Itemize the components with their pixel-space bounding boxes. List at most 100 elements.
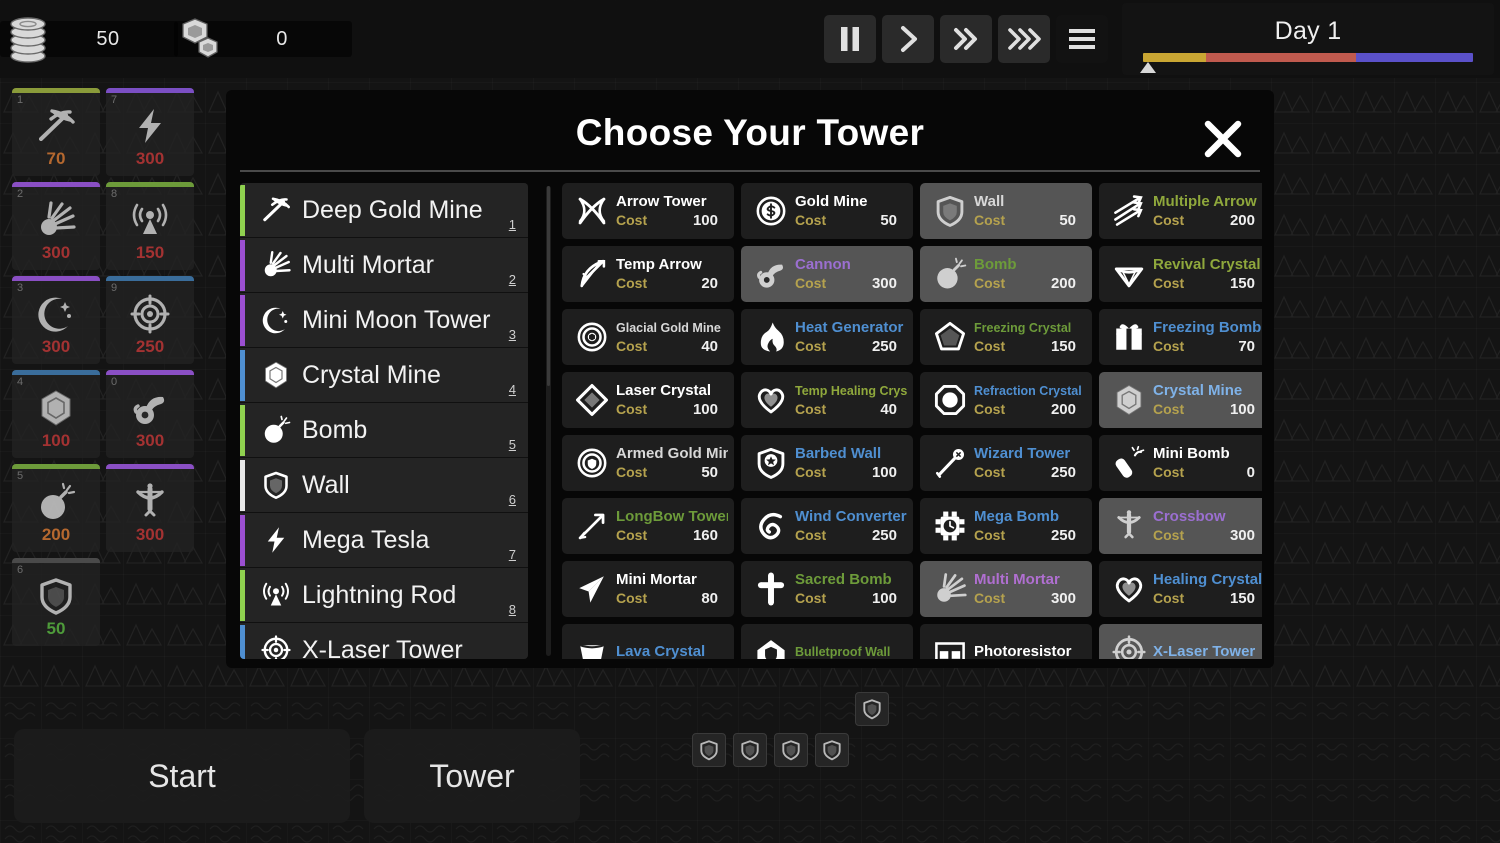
tower-list-item[interactable]: Multi Mortar 2 <box>240 238 528 293</box>
close-x-icon[interactable] <box>1196 112 1250 166</box>
tower-list-item[interactable]: X-Laser Tower 9 <box>240 623 528 659</box>
tower-card[interactable]: Temp Arrow Cost 20 <box>562 246 734 302</box>
tower-card-name: X-Laser Tower <box>1153 643 1256 659</box>
multi-mortar-icon <box>250 250 302 280</box>
tower-card[interactable]: Freezing Bomb Cost 70 <box>1099 309 1262 365</box>
fast-forward-2x-button[interactable] <box>940 15 992 63</box>
tower-list-item[interactable]: Bomb 5 <box>240 403 528 458</box>
tower-card[interactable]: Gold Mine Cost 50 <box>741 183 913 239</box>
tower-card[interactable]: Lava Crystal <box>562 624 734 659</box>
menu-button[interactable] <box>1056 15 1108 63</box>
tower-card[interactable]: Mega Bomb Cost 250 <box>920 498 1092 554</box>
inventory-slot[interactable]: 4 100 <box>12 370 100 458</box>
slot-accent-bar <box>12 370 100 375</box>
gift-box-icon <box>1105 313 1153 361</box>
tower-card-name: Refraction Crystal <box>974 384 1082 398</box>
placed-wall[interactable] <box>733 733 767 767</box>
inventory-slot[interactable]: 6 50 <box>12 558 100 646</box>
tower-grid-panel[interactable]: Arrow Tower Cost 100 Gold Mine Cost 50 Wall Cos… <box>562 183 1262 659</box>
inventory-slot[interactable]: 5 200 <box>12 464 100 552</box>
tower-list-item[interactable]: Wall 6 <box>240 458 528 513</box>
shield-icon <box>926 187 974 235</box>
fast-forward-3x-button[interactable] <box>998 15 1050 63</box>
play-button[interactable] <box>882 15 934 63</box>
inventory-slot[interactable]: 8 150 <box>106 182 194 270</box>
tower-card[interactable]: Cannon Cost 300 <box>741 246 913 302</box>
day-segment-night <box>1356 52 1473 62</box>
coin-stack-icon <box>0 8 56 70</box>
placed-wall[interactable] <box>774 733 808 767</box>
cost-value: 200 <box>1050 275 1076 292</box>
tower-card[interactable]: Wind Converter Cost 250 <box>741 498 913 554</box>
start-button[interactable]: Start <box>14 729 350 823</box>
tower-card[interactable]: LongBow Tower Cost 160 <box>562 498 734 554</box>
tower-list-item[interactable]: Mega Tesla 7 <box>240 513 528 568</box>
tower-card[interactable]: Mini Bomb Cost 0 <box>1099 435 1262 491</box>
tower-card-name: Wind Converter <box>795 508 907 525</box>
rhombus-icon <box>568 376 616 424</box>
tower-card[interactable]: Laser Crystal Cost 100 <box>562 372 734 428</box>
modal-title: Choose Your Tower <box>575 112 925 153</box>
tower-card[interactable]: Multiple Arrow Cost 200 <box>1099 183 1262 239</box>
tower-card-name: Mini Bomb <box>1153 445 1230 462</box>
tower-list-item-label: Lightning Rod <box>302 580 457 609</box>
tower-card[interactable]: Revival Crystal Cost 150 <box>1099 246 1262 302</box>
inventory-slot[interactable]: 0 300 <box>106 370 194 458</box>
tower-card-name: Barbed Wall <box>795 445 882 462</box>
cost-value: 100 <box>1229 401 1255 418</box>
tower-card[interactable]: Sacred Bomb Cost 100 <box>741 561 913 617</box>
tower-card[interactable]: X-Laser Tower <box>1099 624 1262 659</box>
inventory-slot[interactable]: 2 300 <box>12 182 100 270</box>
tower-card[interactable]: Heat Generator Cost 250 <box>741 309 913 365</box>
tower-card-name: Lava Crystal <box>616 643 706 659</box>
tower-card-cost: Cost 50 <box>795 212 907 229</box>
cost-value: 0 <box>1246 464 1255 481</box>
inventory-slot[interactable]: 3 300 <box>12 276 100 364</box>
tower-card[interactable]: Refraction Crystal Cost 200 <box>920 372 1092 428</box>
inventory-slot[interactable]: 300 <box>106 464 194 552</box>
tower-card[interactable]: Freezing Crystal Cost 150 <box>920 309 1092 365</box>
tower-card-cost: Cost 250 <box>795 338 907 355</box>
multi-mortar-icon <box>12 196 100 244</box>
lightning-icon <box>250 525 302 555</box>
tower-card[interactable]: Wizard Tower Cost 250 <box>920 435 1092 491</box>
tower-button[interactable]: Tower <box>364 729 580 823</box>
cost-label: Cost <box>974 464 1006 480</box>
tower-card[interactable]: Bulletproof Wall <box>741 624 913 659</box>
tower-card[interactable]: Barbed Wall Cost 100 <box>741 435 913 491</box>
tower-card[interactable]: Healing Crystal Cost 150 <box>1099 561 1262 617</box>
placed-wall[interactable] <box>815 733 849 767</box>
placed-wall[interactable] <box>855 692 889 726</box>
inventory-slot[interactable]: 7 300 <box>106 88 194 176</box>
tower-card[interactable]: Photoresistor <box>920 624 1092 659</box>
panel-scrollbar[interactable] <box>546 186 551 656</box>
tower-card[interactable]: Glacial Gold Mine Cost 40 <box>562 309 734 365</box>
tower-card[interactable]: Arrow Tower Cost 100 <box>562 183 734 239</box>
tower-list-item-label: Multi Mortar <box>302 250 434 279</box>
tower-card[interactable]: Bomb Cost 200 <box>920 246 1092 302</box>
tower-card[interactable]: Wall Cost 50 <box>920 183 1092 239</box>
tower-list-item[interactable]: Lightning Rod 8 <box>240 568 528 623</box>
tower-card-cost: Cost 300 <box>974 590 1086 607</box>
tower-card[interactable]: Crystal Mine Cost 100 <box>1099 372 1262 428</box>
cost-label: Cost <box>974 212 1006 228</box>
cost-value: 50 <box>880 212 897 229</box>
tower-card[interactable]: Multi Mortar Cost 300 <box>920 561 1092 617</box>
tower-card[interactable]: Armed Gold Mine Cost 50 <box>562 435 734 491</box>
pause-button[interactable] <box>824 15 876 63</box>
tower-list-item[interactable]: Crystal Mine 4 <box>240 348 528 403</box>
tower-card[interactable]: Crossbow Cost 300 <box>1099 498 1262 554</box>
tower-list-item[interactable]: Mini Moon Tower 3 <box>240 293 528 348</box>
tower-list-item-label: X-Laser Tower <box>302 635 463 660</box>
tower-list-item[interactable]: Deep Gold Mine 1 <box>240 183 528 238</box>
tower-card[interactable]: Mini Mortar Cost 80 <box>562 561 734 617</box>
shield-star-icon <box>747 439 795 487</box>
tower-card[interactable]: Temp Healing Crystal Cost 40 <box>741 372 913 428</box>
tower-list-panel[interactable]: Deep Gold Mine 1 Multi Mortar 2 Mini Moon To… <box>240 183 528 659</box>
tower-list-item-label: Wall <box>302 470 350 499</box>
inventory-slot[interactable]: 1 70 <box>12 88 100 176</box>
list-accent-bar <box>240 570 245 621</box>
gem-icon <box>250 360 302 390</box>
inventory-slot[interactable]: 9 250 <box>106 276 194 364</box>
placed-wall[interactable] <box>692 733 726 767</box>
